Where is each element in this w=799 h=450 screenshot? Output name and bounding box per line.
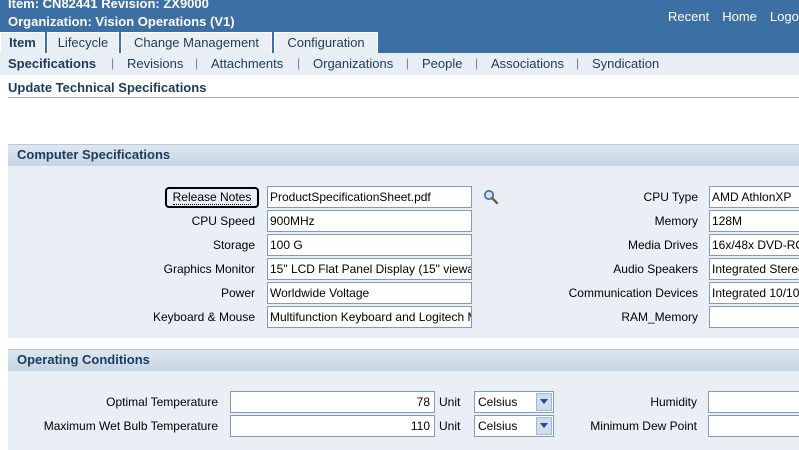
subtab-organizations[interactable]: Organizations bbox=[313, 56, 393, 71]
separator: | bbox=[576, 56, 580, 70]
release-notes-button[interactable]: Release Notes bbox=[165, 187, 259, 208]
search-icon[interactable] bbox=[483, 189, 499, 205]
media-drives-label: Media Drives bbox=[627, 238, 698, 252]
optimal-temperature-label: Optimal Temperature bbox=[106, 395, 218, 409]
separator: | bbox=[475, 56, 479, 70]
tab-change-management[interactable]: Change Management bbox=[121, 32, 272, 53]
optimal-temperature-unit-select[interactable]: Celsius bbox=[474, 391, 554, 413]
section-title: Operating Conditions bbox=[17, 352, 150, 367]
title-divider bbox=[8, 97, 799, 98]
graphics-monitor-field[interactable]: 15" LCD Flat Panel Display (15" viewable… bbox=[267, 258, 472, 280]
humidity-label: Humidity bbox=[650, 395, 697, 409]
ram-memory-label: RAM_Memory bbox=[621, 310, 698, 324]
subtab-syndication[interactable]: Syndication bbox=[592, 56, 659, 71]
cpu-type-field[interactable]: AMD AthlonXP bbox=[709, 186, 799, 208]
separator: | bbox=[111, 56, 115, 70]
organization-text: Organization: Vision Operations (V1) bbox=[8, 14, 235, 29]
max-wet-bulb-temperature-label: Maximum Wet Bulb Temperature bbox=[43, 419, 218, 433]
separator: | bbox=[297, 56, 301, 70]
chevron-down-icon bbox=[536, 417, 552, 435]
tab-lifecycle[interactable]: Lifecycle bbox=[47, 32, 119, 53]
humidity-field[interactable] bbox=[708, 391, 799, 413]
chevron-down-icon bbox=[536, 393, 552, 411]
subtab-attachments[interactable]: Attachments bbox=[211, 56, 283, 71]
storage-field[interactable]: 100 G bbox=[267, 234, 472, 256]
cpu-speed-label: CPU Speed bbox=[191, 214, 255, 228]
media-drives-field[interactable]: 16x/48x DVD-ROM bbox=[709, 234, 799, 256]
global-links: Recent Home Logout bbox=[668, 9, 799, 24]
section-title: Computer Specifications bbox=[17, 147, 171, 162]
graphics-monitor-label: Graphics Monitor bbox=[163, 262, 255, 276]
max-wet-bulb-unit-select[interactable]: Celsius bbox=[474, 415, 554, 437]
minimum-dew-point-label: Minimum Dew Point bbox=[590, 419, 697, 433]
subtab-specifications[interactable]: Specifications bbox=[8, 56, 96, 71]
global-header: Item: CN82441 Revision: ZX9000 Organizat… bbox=[0, 0, 799, 53]
subtab-revisions[interactable]: Revisions bbox=[127, 56, 183, 71]
cpu-speed-field[interactable]: 900MHz bbox=[267, 210, 472, 232]
separator: | bbox=[195, 56, 199, 70]
memory-label: Memory bbox=[654, 214, 698, 228]
subtab-people[interactable]: People bbox=[422, 56, 462, 71]
keyboard-mouse-field[interactable]: Multifunction Keyboard and Logitech Mous… bbox=[267, 306, 472, 328]
item-revision-text: Item: CN82441 Revision: ZX9000 bbox=[8, 0, 209, 11]
keyboard-mouse-label: Keyboard & Mouse bbox=[152, 310, 255, 324]
sub-tabs: Specifications | Revisions | Attachments… bbox=[0, 53, 799, 75]
minimum-dew-point-field[interactable] bbox=[708, 415, 799, 437]
unit-label: Unit bbox=[439, 419, 461, 433]
tab-item[interactable]: Item bbox=[0, 32, 45, 53]
power-label: Power bbox=[220, 286, 255, 300]
max-wet-bulb-temperature-field[interactable]: 110 bbox=[230, 415, 435, 437]
audio-speakers-label: Audio Speakers bbox=[613, 262, 698, 276]
cpu-type-label: CPU Type bbox=[643, 190, 698, 204]
unit-label: Unit bbox=[439, 395, 461, 409]
optimal-temperature-field[interactable]: 78 bbox=[230, 391, 435, 413]
section-header-operating-conditions: Operating Conditions bbox=[8, 349, 799, 371]
logout-link[interactable]: Logout bbox=[770, 9, 799, 24]
subtab-associations[interactable]: Associations bbox=[491, 56, 564, 71]
section-header-computer-specifications: Computer Specifications bbox=[8, 144, 799, 166]
separator: | bbox=[406, 56, 410, 70]
storage-label: Storage bbox=[212, 238, 255, 252]
power-field[interactable]: Worldwide Voltage bbox=[267, 282, 472, 304]
ram-memory-field[interactable] bbox=[709, 306, 799, 328]
audio-speakers-field[interactable]: Integrated Stereo bbox=[709, 258, 799, 280]
communication-devices-field[interactable]: Integrated 10/100 bbox=[709, 282, 799, 304]
memory-field[interactable]: 128M bbox=[709, 210, 799, 232]
release-notes-field[interactable]: ProductSpecificationSheet.pdf bbox=[267, 186, 472, 208]
communication-devices-label: Communication Devices bbox=[568, 286, 698, 300]
recent-link[interactable]: Recent bbox=[668, 9, 709, 24]
tab-configuration[interactable]: Configuration bbox=[274, 32, 378, 53]
page-title: Update Technical Specifications bbox=[8, 80, 207, 95]
home-link[interactable]: Home bbox=[722, 9, 757, 24]
